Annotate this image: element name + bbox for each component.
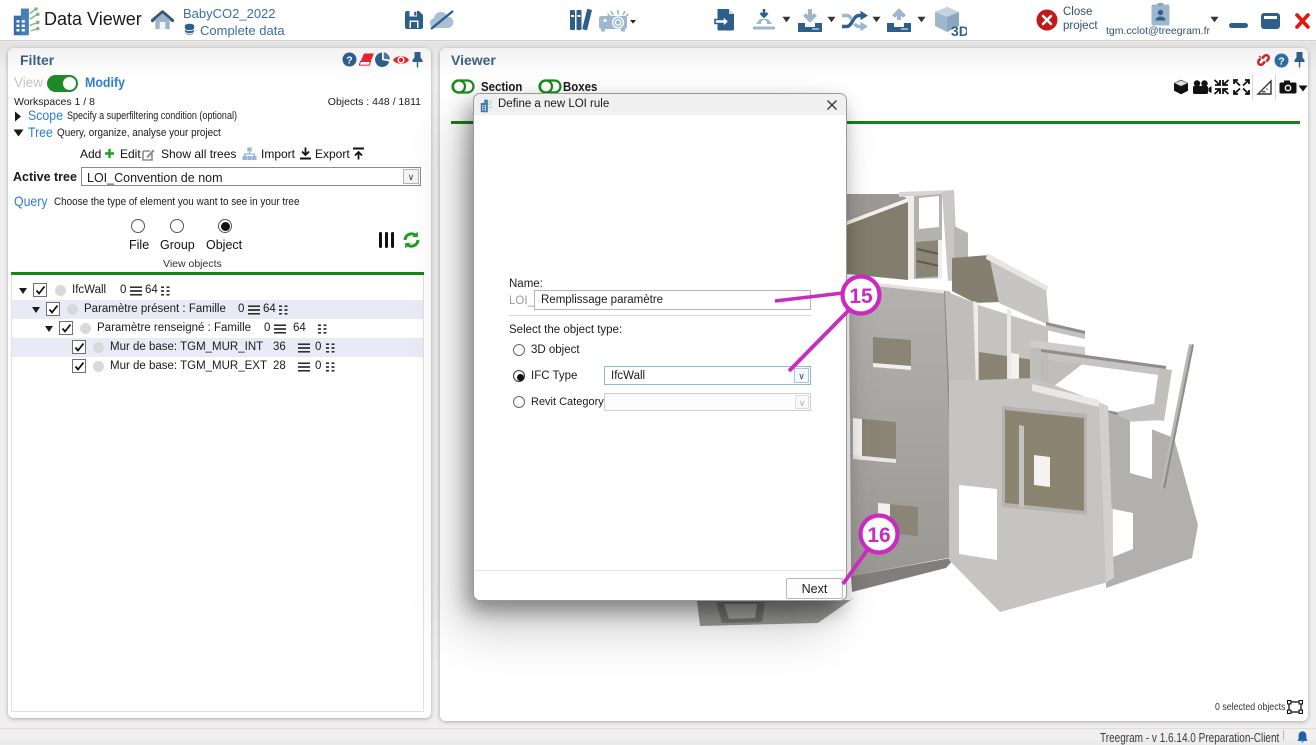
svg-text:3D: 3D (951, 23, 967, 38)
svg-text:?: ? (1278, 55, 1284, 67)
svg-text:?: ? (346, 54, 352, 66)
